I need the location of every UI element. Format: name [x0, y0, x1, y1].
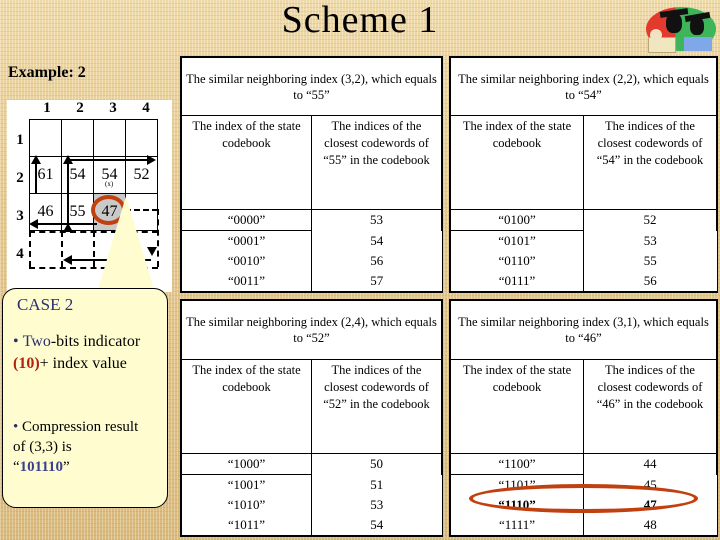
grid-cell-1-1 [29, 119, 62, 157]
row-value: 56 [583, 271, 717, 292]
case-callout: CASE 2 • Two-bits indicator (10)+ index … [2, 288, 168, 508]
grid-row-header-2: 2 [16, 170, 24, 186]
grid-cell-1-3 [93, 119, 126, 157]
row-index: “1010” [181, 495, 312, 515]
table-caption: The similar neighboring index (3,1), whi… [450, 300, 717, 360]
arrow-line-3 [67, 163, 69, 225]
table-row: “0110” 55 [450, 251, 717, 271]
arrowhead-right-1 [147, 155, 156, 165]
row-value: 55 [583, 251, 717, 271]
row-index: “1011” [181, 515, 312, 536]
row-value: 52 [583, 209, 717, 231]
grid-cell-sub-label: (x) [105, 180, 114, 188]
grid-cell-2-3: 54 [93, 156, 126, 194]
arrowhead-up-3 [63, 223, 73, 232]
table-caption: The similar neighboring index (2,2), whi… [450, 57, 717, 116]
graduation-clipart-icon [644, 1, 718, 53]
table-col1-header: The index of the state codebook [181, 115, 312, 210]
table-row: “0000” 53 [181, 209, 442, 231]
table-row: “0101” 53 [450, 230, 717, 251]
row-value: 44 [583, 453, 717, 475]
row-index: “0000” [181, 209, 312, 231]
table-col1-header: The index of the state codebook [450, 359, 584, 454]
row-value: 51 [311, 474, 442, 495]
grid-row4-v3 [93, 231, 95, 267]
grid-cell-1-4 [125, 119, 158, 157]
row-index: “1001” [181, 474, 312, 495]
table-row: “0100” 52 [450, 209, 717, 231]
table-row: “0010” 56 [181, 251, 442, 271]
arrowhead-up-1 [31, 155, 41, 164]
table-caption: The similar neighboring index (3,2), whi… [181, 57, 442, 116]
table-top-left: The similar neighboring index (3,2), whi… [180, 56, 443, 293]
table-col2-header: The indices of the closest codewords of … [311, 115, 442, 210]
callout-case-title: CASE 2 [17, 295, 74, 314]
logo-desk-right [684, 37, 712, 51]
row-index: “1100” [450, 453, 584, 475]
row-value: 56 [311, 251, 442, 271]
row-value: 53 [311, 495, 442, 515]
callout-bullet-1: • Two-bits indicator (10)+ index value [13, 331, 161, 375]
table-col2-header: The indices of the closest codewords of … [583, 359, 717, 454]
row-value: 53 [311, 209, 442, 231]
table-caption: The similar neighboring index (2,4), whi… [181, 300, 442, 360]
grid-right-dash [157, 209, 159, 267]
table-bottom-left: The similar neighboring index (2,4), whi… [180, 299, 443, 537]
row-index: “0100” [450, 209, 584, 231]
callout-tail [96, 196, 156, 296]
grid-col-header-4: 4 [142, 100, 150, 116]
row-index: “0011” [181, 271, 312, 292]
table-col1-header: The index of the state codebook [450, 115, 584, 210]
callout-bullet-2: • Compression result of (3,3) is “101110… [13, 419, 139, 475]
logo-head-3 [650, 29, 662, 41]
callout-bullet1-prefix: Two [22, 333, 51, 350]
table-top-right: The similar neighboring index (2,2), whi… [449, 56, 718, 293]
row-index: “1111” [450, 515, 584, 536]
arrowhead-left-2 [63, 255, 72, 265]
arrowhead-left-1 [29, 219, 38, 229]
row-index: “0110” [450, 251, 584, 271]
table-row: “1001” 51 [181, 474, 442, 495]
table-row: “1111” 48 [450, 515, 717, 536]
table-row: “1010” 53 [181, 495, 442, 515]
callout-bullet2-code: 101110 [19, 459, 64, 475]
grid-row4-v1 [29, 231, 31, 267]
result-highlight-ellipse [469, 484, 698, 513]
callout-bullet1-indicator: (10) [13, 355, 40, 372]
callout-bullet1-suffix: + index value [39, 355, 127, 372]
grid-row-header-4: 4 [16, 246, 24, 262]
table-col1-header: The index of the state codebook [181, 359, 312, 454]
row-index: “0010” [181, 251, 312, 271]
table-row: “1011” 54 [181, 515, 442, 536]
row-index: “0111” [450, 271, 584, 292]
row-value: 48 [583, 515, 717, 536]
arrow-line-1 [35, 163, 37, 193]
row-value: 53 [583, 230, 717, 251]
callout-bullet1-mid: -bits indicator [50, 333, 141, 350]
bullet-dot-1: • [13, 333, 23, 350]
bullet-dot-2: • [13, 419, 23, 435]
table-col2-header: The indices of the closest codewords of … [311, 359, 442, 454]
arrow-line-4 [69, 159, 151, 161]
example-label: Example: 2 [8, 64, 86, 81]
grid-row-header-3: 3 [16, 208, 24, 224]
row-value: 50 [311, 453, 442, 475]
row-index: “0101” [450, 230, 584, 251]
row-value: 54 [311, 515, 442, 536]
row-index: “1000” [181, 453, 312, 475]
row-index: “0001” [181, 230, 312, 251]
row-value: 54 [311, 230, 442, 251]
callout-bullet2-line2: of (3,3) is [13, 439, 72, 455]
table-row: “0111” 56 [450, 271, 717, 292]
grid-cell-1-2 [61, 119, 94, 157]
grid-row-header-1: 1 [16, 132, 24, 148]
table-col2-header: The indices of the closest codewords of … [583, 115, 717, 210]
callout-bullet2-line1: Compression result [22, 419, 139, 435]
page-title: Scheme 1 [281, 0, 439, 41]
table-row: “0011” 57 [181, 271, 442, 292]
table-row: “1000” 50 [181, 453, 442, 475]
table-row: “0001” 54 [181, 230, 442, 251]
table-row: “1100” 44 [450, 453, 717, 475]
row-value: 57 [311, 271, 442, 292]
